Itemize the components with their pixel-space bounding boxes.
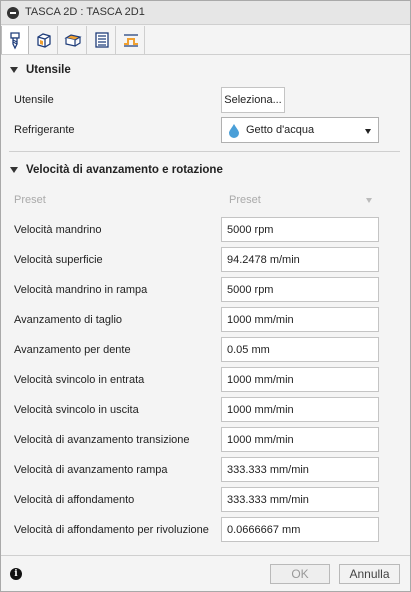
field-label: Velocità mandrino in rampa <box>14 284 148 296</box>
dialog-footer: i OK Annulla <box>1 555 410 591</box>
cutting-feedrate-input[interactable] <box>221 307 379 332</box>
info-icon[interactable]: i <box>10 568 22 580</box>
field-row: Velocità di avanzamento rampa <box>1 457 410 483</box>
tab-heights[interactable] <box>59 26 87 54</box>
coolant-row: Refrigerante Getto d'acqua <box>1 117 410 143</box>
tab-strip <box>1 25 410 55</box>
field-label: Velocità di affondamento <box>14 494 135 506</box>
tool-icon <box>10 32 20 50</box>
feed-per-tooth-input[interactable] <box>221 337 379 362</box>
transition-feedrate-input[interactable] <box>221 427 379 452</box>
field-row: Velocità di affondamento per rivoluzione <box>1 517 410 543</box>
preset-label: Preset <box>14 194 46 206</box>
collapse-icon[interactable] <box>7 7 19 19</box>
passes-icon <box>95 32 109 48</box>
lead-out-feedrate-input[interactable] <box>221 397 379 422</box>
toolpath-dialog: TASCA 2D : TASCA 2D1 Utensile Utensile S… <box>0 0 411 592</box>
section-collapse-arrow-icon <box>10 67 18 73</box>
feed-per-revolution-input[interactable] <box>221 517 379 542</box>
lead-in-feedrate-input[interactable] <box>221 367 379 392</box>
field-label: Velocità mandrino <box>14 224 102 236</box>
field-row: Velocità mandrino in rampa <box>1 277 410 303</box>
ramp-feedrate-input[interactable] <box>221 457 379 482</box>
field-row: Velocità mandrino <box>1 217 410 243</box>
field-row: Velocità di avanzamento transizione <box>1 427 410 453</box>
heights-icon <box>64 34 82 47</box>
divider <box>9 151 400 152</box>
preset-dropdown: Preset <box>221 187 379 213</box>
coolant-dropdown[interactable]: Getto d'acqua <box>221 117 379 143</box>
tab-linking[interactable] <box>117 26 145 54</box>
section-title: Utensile <box>26 64 71 76</box>
chevron-down-icon <box>366 198 372 203</box>
field-row: Avanzamento di taglio <box>1 307 410 333</box>
section-collapse-arrow-icon <box>10 167 18 173</box>
select-tool-button[interactable]: Seleziona... <box>221 87 285 113</box>
field-row: Avanzamento per dente <box>1 337 410 363</box>
tool-section-header[interactable]: Utensile <box>1 61 410 81</box>
field-label: Velocità svincolo in uscita <box>14 404 139 416</box>
field-label: Avanzamento per dente <box>14 344 131 356</box>
feed-section-header[interactable]: Velocità di avanzamento e rotazione <box>1 161 410 181</box>
cancel-button[interactable]: Annulla <box>339 564 400 584</box>
coolant-value: Getto d'acqua <box>246 124 315 136</box>
linking-icon <box>124 34 138 47</box>
surface-speed-input[interactable] <box>221 247 379 272</box>
field-label: Velocità di avanzamento transizione <box>14 434 190 446</box>
preset-value: Preset <box>229 194 261 206</box>
chevron-down-icon <box>365 129 371 134</box>
field-row: Velocità di affondamento <box>1 487 410 513</box>
field-label: Velocità svincolo in entrata <box>14 374 145 386</box>
tab-tool[interactable] <box>1 26 29 54</box>
section-title: Velocità di avanzamento e rotazione <box>26 164 223 176</box>
field-label: Velocità di avanzamento rampa <box>14 464 168 476</box>
field-label: Avanzamento di taglio <box>14 314 123 326</box>
title-bar: TASCA 2D : TASCA 2D1 <box>1 1 410 25</box>
field-row: Velocità svincolo in uscita <box>1 397 410 423</box>
field-row: Velocità svincolo in entrata <box>1 367 410 393</box>
dialog-title: TASCA 2D : TASCA 2D1 <box>25 6 145 18</box>
plunge-feedrate-input[interactable] <box>221 487 379 512</box>
field-row: Velocità superficie <box>1 247 410 273</box>
field-label: Velocità superficie <box>14 254 103 266</box>
spindle-speed-input[interactable] <box>221 217 379 242</box>
field-label: Velocità di affondamento per rivoluzione <box>14 524 209 536</box>
tab-geometry[interactable] <box>30 26 58 54</box>
tool-row: Utensile Seleziona... <box>1 87 410 113</box>
geometry-icon <box>37 33 51 48</box>
preset-row: Preset Preset <box>1 187 410 213</box>
coolant-label: Refrigerante <box>14 124 75 136</box>
tool-label: Utensile <box>14 94 54 106</box>
ramp-spindle-speed-input[interactable] <box>221 277 379 302</box>
ok-button[interactable]: OK <box>270 564 330 584</box>
tab-passes[interactable] <box>88 26 116 54</box>
water-drop-icon <box>229 124 239 138</box>
